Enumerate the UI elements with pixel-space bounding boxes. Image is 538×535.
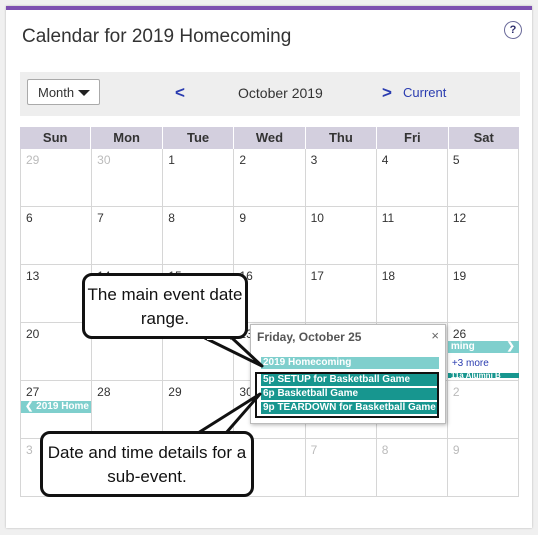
- day-cell[interactable]: 5: [446, 149, 519, 206]
- view-select-label: Month: [38, 85, 75, 100]
- weekday-label: Fri: [377, 127, 449, 149]
- day-cell[interactable]: 30: [91, 149, 162, 206]
- week-row: 29 30 1 2 3 4 5: [20, 149, 519, 207]
- day-cell[interactable]: 4: [375, 149, 447, 206]
- day-cell[interactable]: 29: [162, 381, 233, 438]
- month-label: October 2019: [238, 85, 323, 101]
- day-cell[interactable]: 2: [446, 381, 519, 438]
- weekday-header: Sun Mon Tue Wed Thu Fri Sat: [20, 127, 519, 149]
- chevron-right-icon: ❯: [506, 341, 515, 352]
- chevron-right-icon[interactable]: >: [382, 83, 392, 103]
- more-events-link[interactable]: +3 more: [452, 358, 489, 369]
- day-cell[interactable]: 29: [20, 149, 91, 206]
- day-cell[interactable]: 8: [375, 439, 447, 496]
- weekday-label: Mon: [91, 127, 163, 149]
- event-bar[interactable]: 11a Alumni B: [447, 373, 519, 378]
- day-cell[interactable]: 19: [446, 265, 519, 322]
- main-event-bar[interactable]: 2019 Homecoming: [261, 357, 439, 369]
- week-row: 6 7 8 9 10 11 12: [20, 207, 519, 265]
- weekday-label: Sun: [20, 127, 92, 149]
- view-select[interactable]: Month: [27, 79, 100, 105]
- day-cell[interactable]: 20: [20, 323, 91, 380]
- help-icon[interactable]: ?: [504, 21, 522, 39]
- weekday-label: Tue: [163, 127, 235, 149]
- day-cell-sat[interactable]: 26 ming ❯ +3 more 11a Alumni B: [446, 323, 519, 380]
- day-number: 27: [26, 385, 40, 399]
- day-cell[interactable]: 2: [233, 149, 304, 206]
- day-cell[interactable]: 3: [304, 149, 376, 206]
- page-title: Calendar for 2019 Homecoming: [22, 26, 292, 47]
- day-number: 26: [452, 327, 467, 341]
- popup-title: Friday, October 25: [257, 330, 362, 344]
- day-cell[interactable]: 8: [162, 207, 233, 264]
- day-cell[interactable]: 17: [304, 265, 376, 322]
- weekday-label: Sat: [473, 130, 494, 145]
- close-icon[interactable]: ×: [431, 328, 439, 343]
- day-cell[interactable]: 7: [91, 207, 162, 264]
- day-cell[interactable]: 27 ❮ 2019 Home: [20, 381, 92, 438]
- chevron-left-icon: ❮: [25, 401, 34, 412]
- chevron-down-icon: [78, 90, 90, 96]
- event-bar[interactable]: ming ❯: [447, 341, 519, 353]
- day-cell[interactable]: 13: [20, 265, 91, 322]
- day-cell[interactable]: 10: [304, 207, 376, 264]
- event-bar[interactable]: ❮ 2019 Home: [21, 401, 92, 413]
- day-cell[interactable]: 9: [233, 207, 304, 264]
- event-bar-label: 2019 Home: [36, 401, 89, 412]
- callout-main-event: The main event date range.: [82, 273, 248, 339]
- weekday-label: Thu: [306, 127, 378, 149]
- callout-sub-event: Date and time details for a sub-event.: [40, 431, 254, 497]
- weekday-label: Wed: [234, 127, 306, 149]
- day-cell[interactable]: 12: [446, 207, 519, 264]
- event-bar-label: ming: [450, 341, 475, 352]
- day-cell[interactable]: 6: [20, 207, 91, 264]
- day-cell[interactable]: 11: [375, 207, 447, 264]
- current-link[interactable]: Current: [403, 85, 446, 100]
- day-cell[interactable]: 1: [162, 149, 233, 206]
- day-cell[interactable]: 7: [304, 439, 376, 496]
- sub-event-highlight: [255, 372, 439, 418]
- chevron-left-icon[interactable]: <: [175, 83, 185, 103]
- calendar-toolbar: Month < October 2019 > Current: [20, 72, 520, 116]
- day-cell[interactable]: 9: [446, 439, 519, 496]
- day-cell[interactable]: 18: [375, 265, 447, 322]
- day-cell[interactable]: 28: [91, 381, 162, 438]
